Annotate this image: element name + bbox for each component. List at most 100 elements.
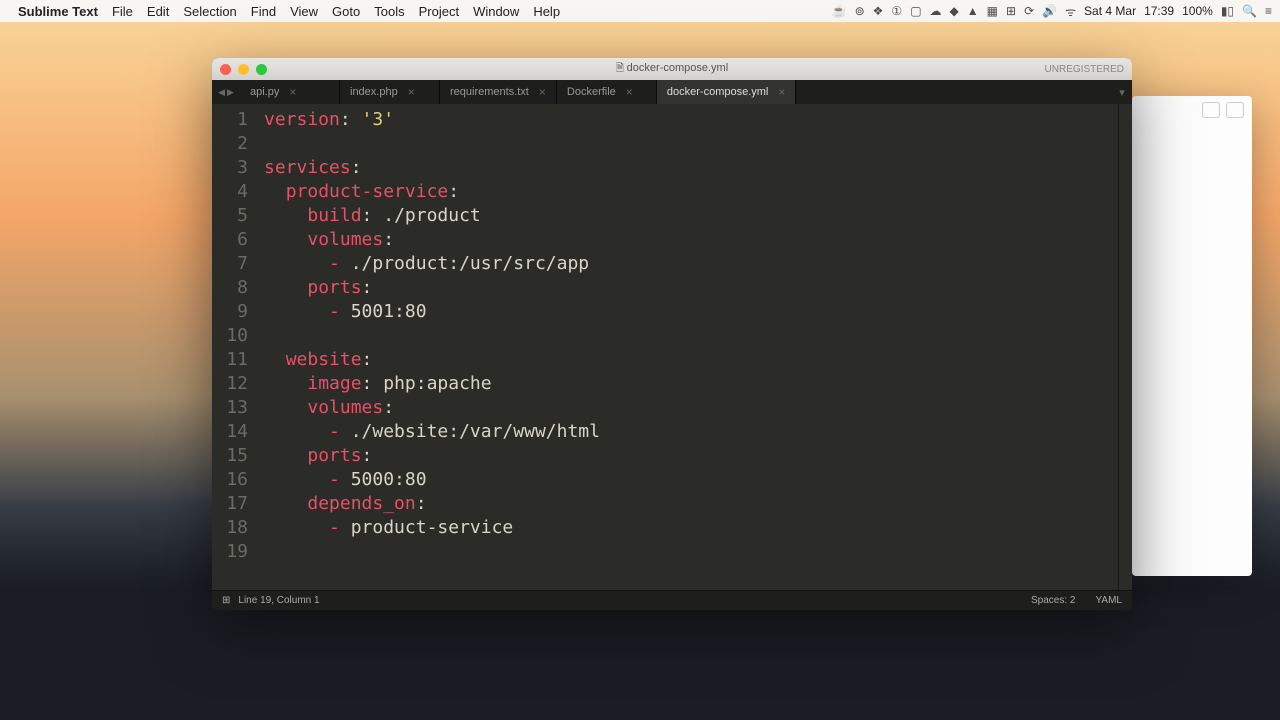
- menu-item-help[interactable]: Help: [533, 4, 560, 19]
- menu-item-edit[interactable]: Edit: [147, 4, 169, 19]
- sublime-window: docker-compose.yml UNREGISTERED ◀▶ api.p…: [212, 58, 1132, 610]
- line-number: 14: [212, 420, 248, 444]
- tab-requirements-txt[interactable]: requirements.txt ×: [440, 80, 557, 104]
- sidebar-toggle-icon[interactable]: ⊞: [222, 595, 230, 606]
- tab-label: index.php: [350, 86, 398, 98]
- code-line[interactable]: [264, 132, 1118, 156]
- menubar-right: ☕ ⊚ ❖ ① ▢ ☁ ◆ ▲ ▦ ⊞ ⟳ 🔊 ᯤ Sat 4 Mar 17:3…: [832, 3, 1272, 20]
- menu-item-window[interactable]: Window: [473, 4, 519, 19]
- line-number: 17: [212, 492, 248, 516]
- wifi-icon[interactable]: ᯤ: [1065, 3, 1076, 20]
- timemachine-icon[interactable]: ⟳: [1024, 4, 1034, 18]
- close-button[interactable]: [220, 64, 231, 75]
- tab-close-icon[interactable]: ×: [626, 85, 633, 99]
- status-icon[interactable]: ▢: [910, 4, 921, 18]
- code-line[interactable]: [264, 324, 1118, 348]
- status-icon[interactable]: ①: [891, 4, 902, 18]
- code-line[interactable]: version: '3': [264, 108, 1118, 132]
- tab-close-icon[interactable]: ×: [778, 85, 785, 99]
- menu-item-view[interactable]: View: [290, 4, 318, 19]
- line-number: 15: [212, 444, 248, 468]
- tab-label: requirements.txt: [450, 86, 529, 98]
- dropbox-icon[interactable]: ❖: [873, 4, 884, 18]
- line-number: 13: [212, 396, 248, 420]
- code-line[interactable]: ports:: [264, 444, 1118, 468]
- spotlight-icon[interactable]: 🔍: [1242, 4, 1257, 18]
- code-line[interactable]: - ./website:/var/www/html: [264, 420, 1118, 444]
- tab-history-nav[interactable]: ◀▶: [212, 80, 240, 104]
- status-icon[interactable]: ◆: [950, 4, 959, 18]
- tab-close-icon[interactable]: ×: [408, 85, 415, 99]
- tab-close-icon[interactable]: ×: [289, 85, 296, 99]
- code-line[interactable]: volumes:: [264, 228, 1118, 252]
- tab-index-php[interactable]: index.php ×: [340, 80, 440, 104]
- line-number: 9: [212, 300, 248, 324]
- line-number: 19: [212, 540, 248, 564]
- menu-item-project[interactable]: Project: [419, 4, 459, 19]
- indent-setting[interactable]: Spaces: 2: [1031, 595, 1075, 606]
- code-line[interactable]: website:: [264, 348, 1118, 372]
- menubar-date[interactable]: Sat 4 Mar: [1084, 4, 1136, 18]
- status-icon[interactable]: ☁: [930, 4, 942, 18]
- battery-percent[interactable]: 100%: [1182, 4, 1213, 18]
- minimize-button[interactable]: [238, 64, 249, 75]
- line-number: 5: [212, 204, 248, 228]
- unregistered-label: UNREGISTERED: [1045, 64, 1124, 75]
- code-line[interactable]: ports:: [264, 276, 1118, 300]
- menu-item-find[interactable]: Find: [251, 4, 276, 19]
- menu-item-selection[interactable]: Selection: [183, 4, 236, 19]
- code-line[interactable]: - ./product:/usr/src/app: [264, 252, 1118, 276]
- code-line[interactable]: - product-service: [264, 516, 1118, 540]
- tab-label: docker-compose.yml: [667, 86, 768, 98]
- status-icon[interactable]: ▦: [987, 4, 998, 18]
- code-line[interactable]: product-service:: [264, 180, 1118, 204]
- window-title: docker-compose.yml: [212, 61, 1132, 78]
- line-number: 18: [212, 516, 248, 540]
- menu-item-goto[interactable]: Goto: [332, 4, 360, 19]
- menu-item-tools[interactable]: Tools: [374, 4, 404, 19]
- status-icon[interactable]: ⊚: [855, 4, 865, 18]
- background-window: [1132, 96, 1252, 576]
- notification-center-icon[interactable]: ≡: [1265, 4, 1272, 18]
- menubar-time[interactable]: 17:39: [1144, 4, 1174, 18]
- code-line[interactable]: volumes:: [264, 396, 1118, 420]
- line-number: 2: [212, 132, 248, 156]
- code-line[interactable]: - 5001:80: [264, 300, 1118, 324]
- line-number: 7: [212, 252, 248, 276]
- tab-Dockerfile[interactable]: Dockerfile ×: [557, 80, 657, 104]
- menu-item-file[interactable]: File: [112, 4, 133, 19]
- syntax-setting[interactable]: YAML: [1096, 595, 1123, 606]
- app-name[interactable]: Sublime Text: [18, 4, 98, 19]
- tab-overflow-icon[interactable]: ▾: [1112, 80, 1132, 104]
- code-line[interactable]: build: ./product: [264, 204, 1118, 228]
- code-line[interactable]: - 5000:80: [264, 468, 1118, 492]
- code-line[interactable]: depends_on:: [264, 492, 1118, 516]
- line-number-gutter: 12345678910111213141516171819: [212, 104, 258, 590]
- status-icon[interactable]: ⊞: [1006, 4, 1016, 18]
- cursor-position[interactable]: Line 19, Column 1: [238, 595, 319, 606]
- window-titlebar[interactable]: docker-compose.yml UNREGISTERED: [212, 58, 1132, 80]
- status-icon[interactable]: ☕: [832, 4, 847, 18]
- volume-icon[interactable]: 🔊: [1042, 4, 1057, 18]
- tab-bar: ◀▶ api.py×index.php×requirements.txt×Doc…: [212, 80, 1132, 104]
- line-number: 10: [212, 324, 248, 348]
- tab-api-py[interactable]: api.py×: [240, 80, 340, 104]
- status-icon[interactable]: ▲: [967, 4, 979, 18]
- code-content[interactable]: version: '3' services: product-service: …: [258, 104, 1118, 590]
- line-number: 1: [212, 108, 248, 132]
- code-line[interactable]: services:: [264, 156, 1118, 180]
- editor-area[interactable]: 12345678910111213141516171819 version: '…: [212, 104, 1132, 590]
- minimap[interactable]: [1118, 104, 1132, 590]
- tab-label: Dockerfile: [567, 86, 616, 98]
- line-number: 3: [212, 156, 248, 180]
- battery-icon[interactable]: ▮▯: [1221, 4, 1234, 18]
- line-number: 12: [212, 372, 248, 396]
- code-line[interactable]: image: php:apache: [264, 372, 1118, 396]
- line-number: 6: [212, 228, 248, 252]
- status-bar: ⊞ Line 19, Column 1 Spaces: 2 YAML: [212, 590, 1132, 610]
- tab-close-icon[interactable]: ×: [539, 85, 546, 99]
- code-line[interactable]: [264, 540, 1118, 564]
- line-number: 8: [212, 276, 248, 300]
- maximize-button[interactable]: [256, 64, 267, 75]
- tab-docker-compose-yml[interactable]: docker-compose.yml ×: [657, 80, 797, 104]
